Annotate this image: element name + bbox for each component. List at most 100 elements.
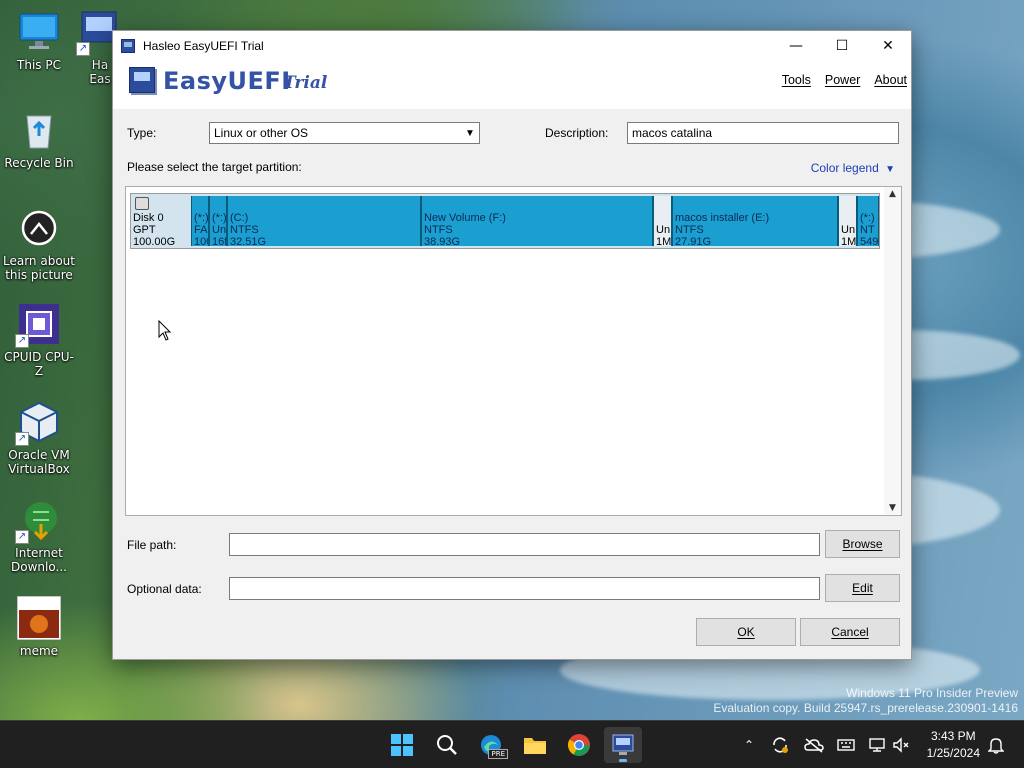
cloud-icon[interactable] (802, 733, 826, 757)
start-button[interactable] (383, 727, 421, 763)
vertical-scrollbar[interactable]: ▲ ▼ (884, 187, 901, 515)
sync-icon[interactable] (768, 733, 792, 757)
partition-fs: NT (860, 224, 875, 236)
easyuefi-logo-icon (129, 67, 155, 93)
partition-fs: Un (212, 224, 227, 236)
partition-msr[interactable]: (*:) Un 16f (209, 196, 227, 246)
folder-icon (524, 738, 546, 754)
app-icon (121, 39, 135, 53)
partition-label: (*:) (860, 212, 875, 224)
shortcut-arrow-icon: ↗ (15, 432, 29, 446)
edit-button-label: Edit (852, 581, 873, 595)
desktop-icon-meme[interactable]: meme (1, 595, 77, 658)
disk-row[interactable]: Disk 0 GPT 100.00G (*:) FA 100 (*:) Un 1… (130, 193, 880, 249)
shortcut-arrow-icon: ↗ (15, 530, 29, 544)
watermark-line: Windows 11 Pro Insider Preview (846, 686, 1018, 700)
partition-unallocated[interactable]: Un 1M (838, 196, 857, 246)
maximize-icon[interactable]: ☐ (819, 31, 865, 61)
search-icon (437, 735, 457, 755)
partition-e[interactable]: macos installer (E:) NTFS 27.91G (672, 196, 838, 246)
partition-size: 38.93G (424, 236, 461, 246)
chevron-down-icon[interactable]: ▼ (463, 125, 477, 141)
chrome-icon (568, 734, 590, 756)
partition-fs: Un (841, 224, 856, 236)
search-button[interactable] (428, 727, 466, 763)
edge-button[interactable]: PRE (472, 727, 510, 763)
desktop-icon-label: Recycle Bin (4, 156, 74, 170)
desktop-icon-label: This PC (17, 58, 61, 72)
description-field[interactable]: macos catalina (627, 122, 899, 144)
partition-size: 16f (212, 236, 227, 246)
volume-muted-icon[interactable] (890, 733, 912, 757)
browse-button[interactable]: Browse (825, 530, 900, 558)
desktop-icon-recycle-bin[interactable]: Recycle Bin (1, 108, 77, 170)
desktop-icon-internet-download-manager[interactable]: ↗ Internet Downlo... (1, 498, 77, 574)
partition-list[interactable]: Disk 0 GPT 100.00G (*:) FA 100 (*:) Un 1… (125, 186, 902, 516)
desktop-icon-learn-about-picture[interactable]: Learn about this picture (1, 206, 77, 282)
cpu-chip-icon: ↗ (15, 302, 61, 348)
chrome-button[interactable] (560, 727, 598, 763)
title-bar[interactable]: Hasleo EasyUEFI Trial — ☐ ✕ (113, 31, 911, 61)
partition-label: (C:) (230, 212, 249, 224)
clock-date: 1/25/2024 (926, 746, 980, 760)
scroll-down-icon[interactable]: ▼ (884, 501, 901, 515)
partition-recovery[interactable]: (*:) NT 549 (857, 196, 879, 246)
partition-label (841, 212, 856, 224)
disk-size: 100.00G (133, 236, 176, 248)
easyuefi-window: Hasleo EasyUEFI Trial — ☐ ✕ EasyUEFI Tri… (112, 30, 912, 660)
browse-button-label: Browse (842, 537, 883, 551)
desktop-icon-this-pc[interactable]: This PC (1, 10, 77, 72)
close-icon[interactable]: ✕ (865, 31, 911, 61)
keyboard-icon[interactable] (834, 733, 858, 757)
desktop-icon-label: Learn about this picture (3, 254, 75, 282)
brand-edition: Trial (283, 73, 328, 93)
chevron-up-icon[interactable]: ⌃ (738, 733, 760, 757)
easyuefi-taskbar-button[interactable] (604, 727, 642, 763)
recycle-bin-icon (17, 108, 61, 152)
partition-label: (*:) (212, 212, 227, 224)
cancel-button-label: Cancel (831, 625, 869, 639)
shortcut-arrow-icon: ↗ (15, 334, 29, 348)
type-select[interactable]: Linux or other OS ▼ (209, 122, 480, 144)
virtualbox-cube-icon: ↗ (15, 400, 61, 446)
file-path-field[interactable] (229, 533, 820, 556)
optional-data-label: Optional data: (127, 582, 202, 596)
menu-power[interactable]: Power (825, 73, 860, 87)
clock-time: 3:43 PM (930, 729, 976, 743)
partition-unallocated[interactable]: Un 1M (653, 196, 672, 246)
app-header: EasyUEFI Trial Tools Power About (113, 61, 911, 109)
desktop-icon-label: Internet Downlo... (11, 546, 67, 574)
ok-button-label: OK (737, 625, 755, 639)
file-explorer-button[interactable] (516, 727, 554, 763)
minimize-icon[interactable]: — (773, 31, 819, 61)
cancel-button[interactable]: Cancel (800, 618, 900, 646)
active-indicator (619, 759, 627, 762)
description-label: Description: (545, 126, 609, 140)
network-icon[interactable] (866, 733, 888, 757)
edit-button[interactable]: Edit (825, 574, 900, 602)
color-legend-label: Color legend (810, 161, 879, 175)
partition-fs: NTFS (424, 224, 453, 236)
clock[interactable]: 3:43 PM 1/25/2024 (927, 728, 980, 762)
shortcut-arrow-icon: ↗ (76, 42, 90, 56)
menu-tools[interactable]: Tools (782, 73, 811, 87)
desktop-icon-label: CPUID CPU-Z (4, 350, 74, 378)
monitor-icon (17, 10, 61, 54)
optional-data-field[interactable] (229, 577, 820, 600)
scroll-up-icon[interactable]: ▲ (884, 187, 901, 201)
partition-efi[interactable]: (*:) FA 100 (191, 196, 209, 246)
color-legend-link[interactable]: Color legend ▼ (811, 161, 895, 175)
globe-download-icon: ↗ (15, 498, 61, 544)
hard-disk-icon (135, 197, 149, 210)
notification-bell-icon[interactable] (984, 733, 1008, 757)
menu-about[interactable]: About (874, 73, 907, 87)
partition-label: (*:) (194, 212, 209, 224)
partition-f[interactable]: New Volume (F:) NTFS 38.93G (421, 196, 653, 246)
ok-button[interactable]: OK (696, 618, 796, 646)
partition-size: 549 (860, 236, 879, 246)
partition-c[interactable]: (C:) NTFS 32.51G (227, 196, 421, 246)
desktop-icon-virtualbox[interactable]: ↗ Oracle VM VirtualBox (1, 400, 77, 476)
type-label: Type: (127, 126, 157, 140)
desktop-icon-cpu-z[interactable]: ↗ CPUID CPU-Z (1, 302, 77, 378)
disk-info[interactable]: Disk 0 GPT 100.00G (131, 194, 191, 248)
